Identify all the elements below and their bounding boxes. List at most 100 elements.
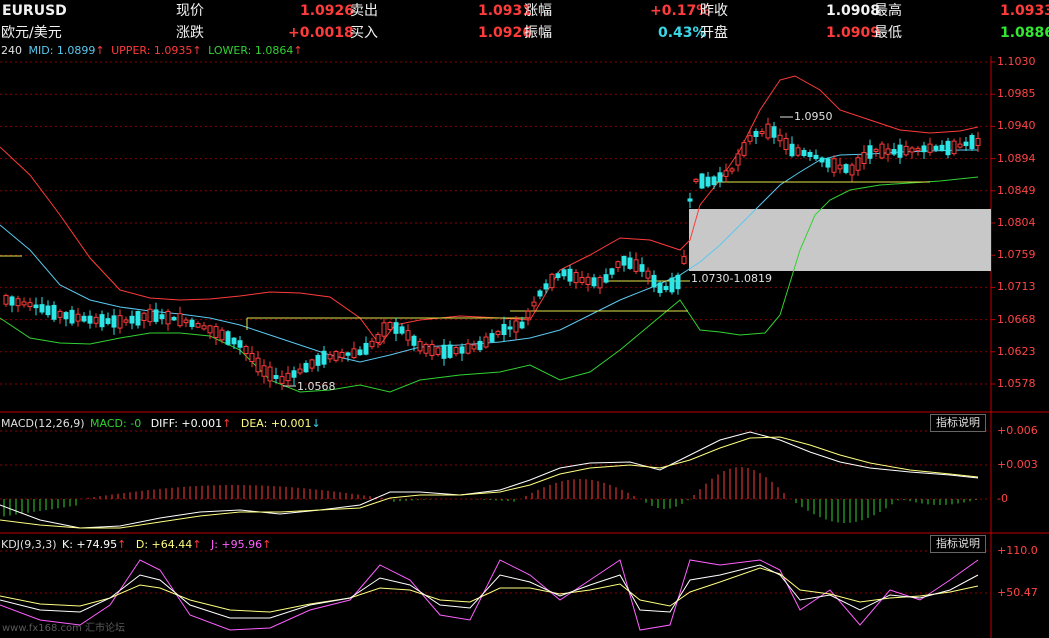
candle-body xyxy=(903,145,909,156)
candle-body xyxy=(405,330,411,341)
candle-body xyxy=(639,264,645,272)
candle-body xyxy=(741,142,747,156)
macd-legend: MACD(12,26,9) MACD: -0 DIFF: +0.001↑ DEA… xyxy=(1,417,321,431)
candle-body xyxy=(627,257,633,269)
candle-body xyxy=(927,143,933,153)
candle-body xyxy=(291,370,297,378)
candle-body xyxy=(633,259,639,272)
candle-body xyxy=(363,342,369,355)
candle-body xyxy=(777,134,783,142)
macd-help-button[interactable]: 指标说明 xyxy=(930,414,986,432)
candle-body xyxy=(681,256,687,264)
kdj-j-line xyxy=(0,559,979,631)
annotation-high: 1.0950 xyxy=(794,110,833,123)
candle-body xyxy=(945,140,951,156)
macd-tick-label: +0.006 xyxy=(997,424,1038,437)
candle-body xyxy=(237,340,243,348)
candle-body xyxy=(33,304,39,309)
candle-body xyxy=(165,310,171,325)
macd-dea-line xyxy=(0,436,979,529)
kdj-tick-label: +50.47 xyxy=(997,586,1038,599)
candle-body xyxy=(921,145,927,153)
candle-body xyxy=(81,315,87,322)
candle-body xyxy=(939,144,945,152)
candle-body xyxy=(375,334,381,343)
candle-body xyxy=(429,344,435,356)
d-up-arrow-icon: ↑ xyxy=(192,538,202,551)
macd-tick-label: -0 xyxy=(997,492,1008,505)
main-legend: 240 MID: 1.0899↑ UPPER: 1.0935↑ LOWER: 1… xyxy=(1,44,303,58)
d-value: D: +64.44 xyxy=(135,538,193,551)
candle-body xyxy=(21,301,27,306)
candle-body xyxy=(705,176,711,187)
candle-body xyxy=(597,277,603,289)
candle-body xyxy=(837,164,843,170)
candle-body xyxy=(207,325,213,334)
candle-body xyxy=(861,151,867,165)
candle-body xyxy=(663,285,669,291)
candle-body xyxy=(783,138,789,150)
candle-body xyxy=(381,322,387,337)
candle-body xyxy=(693,178,699,182)
candle-body xyxy=(831,158,837,173)
candle-body xyxy=(39,304,45,313)
candle-body xyxy=(675,274,681,290)
candle-body xyxy=(543,283,549,290)
candle-body xyxy=(885,148,891,155)
candle-body xyxy=(819,157,825,163)
candle-body xyxy=(537,290,543,297)
candle-body xyxy=(747,135,753,142)
price-tick-label: 1.1030 xyxy=(997,55,1036,68)
candle-body xyxy=(873,148,879,152)
candle-body xyxy=(411,335,417,346)
candle-body xyxy=(717,172,723,183)
candle-body xyxy=(303,362,309,373)
candle-body xyxy=(183,319,189,324)
candle-body xyxy=(603,274,609,283)
candle-body xyxy=(513,320,519,333)
candle-body xyxy=(933,145,939,151)
candle-body xyxy=(141,312,147,322)
candle-body xyxy=(897,144,903,158)
k-up-arrow-icon: ↑ xyxy=(117,538,127,551)
candle-body xyxy=(369,340,375,348)
candle-body xyxy=(477,340,483,351)
candle-body xyxy=(45,305,51,316)
candle-body xyxy=(855,157,861,171)
candle-body xyxy=(267,366,273,382)
candle-body xyxy=(789,143,795,157)
candle-body xyxy=(63,312,69,320)
candle-body xyxy=(159,314,165,320)
candle-body xyxy=(591,277,597,287)
candle-body xyxy=(615,261,621,269)
kdj-help-button[interactable]: 指标说明 xyxy=(930,535,986,553)
candle-body xyxy=(177,313,183,327)
candle-body xyxy=(123,319,129,323)
k-value: K: +74.95 xyxy=(62,538,118,551)
candle-body xyxy=(957,143,963,148)
lower-up-arrow-icon: ↑ xyxy=(293,44,303,57)
price-tick-label: 1.0713 xyxy=(997,280,1036,294)
candle-body xyxy=(561,269,567,277)
diff-up-arrow-icon: ↑ xyxy=(222,417,232,430)
candle-body xyxy=(387,322,393,330)
lower-value: LOWER: 1.0864 xyxy=(208,44,294,57)
annotation-low: 1.0568 xyxy=(297,380,336,393)
candle-body xyxy=(645,270,651,279)
diff-value: DIFF: +0.001 xyxy=(150,417,223,430)
candle-body xyxy=(525,310,531,319)
candle-body xyxy=(69,309,75,324)
candle-body xyxy=(321,350,327,365)
candle-body xyxy=(729,168,735,172)
candle-body xyxy=(759,130,765,135)
price-tick-label: 1.0849 xyxy=(997,183,1036,197)
candle-body xyxy=(711,176,717,186)
watermark: www.fx168.com 汇市论坛 xyxy=(2,623,126,634)
candle-body xyxy=(9,296,15,306)
candle-body xyxy=(669,277,675,293)
candle-body xyxy=(843,164,849,173)
candle-body xyxy=(249,353,255,362)
price-tick-label: 1.0759 xyxy=(997,248,1036,262)
candle-body xyxy=(417,341,423,352)
price-tick-label: 1.0668 xyxy=(997,312,1036,326)
